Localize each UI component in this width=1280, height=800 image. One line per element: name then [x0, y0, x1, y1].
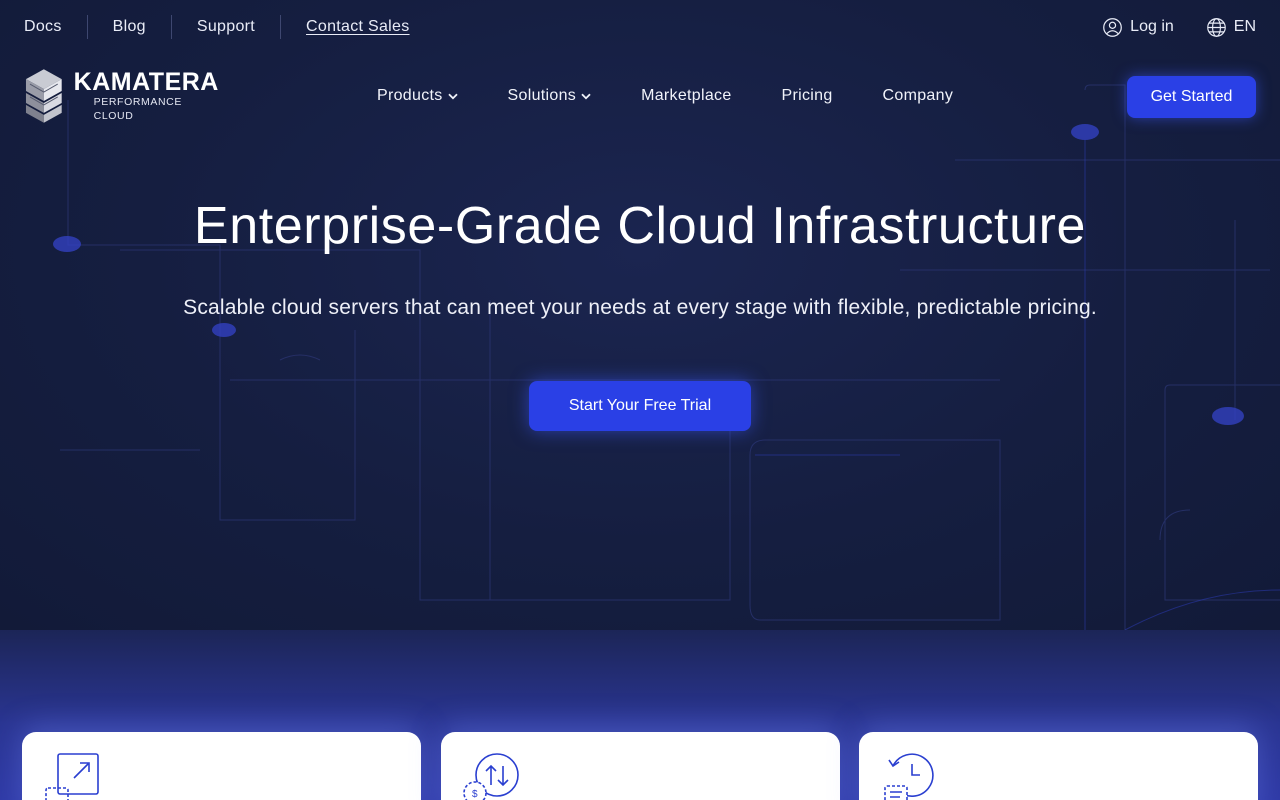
language-selector[interactable]: EN: [1206, 17, 1256, 38]
logo-name: KAMATERA: [73, 68, 219, 96]
scale-arrows-icon: [45, 753, 99, 800]
nav-marketplace[interactable]: Marketplace: [641, 87, 731, 105]
chevron-down-icon: [581, 93, 591, 99]
docs-link[interactable]: Docs: [24, 15, 87, 39]
language-label: EN: [1233, 18, 1256, 35]
hero-section: Docs Blog Support Contact Sales Log in E…: [0, 0, 1280, 630]
nav-solutions[interactable]: Solutions: [508, 87, 592, 105]
kamatera-logo[interactable]: KAMATERA PERFORMANCE CLOUD: [24, 68, 224, 124]
login-link[interactable]: Log in: [1102, 17, 1174, 38]
hero-subtitle: Scalable cloud servers that can meet you…: [183, 296, 1097, 319]
utility-nav: Docs Blog Support Contact Sales: [24, 14, 435, 40]
feature-card[interactable]: [859, 732, 1258, 800]
main-nav: Products Solutions Marketplace Pricing C…: [377, 84, 953, 108]
logo-wordmark: KAMATERA PERFORMANCE CLOUD: [74, 69, 224, 123]
nav-products-label: Products: [377, 87, 443, 104]
feature-card[interactable]: $: [441, 732, 840, 800]
logo-tagline: PERFORMANCE CLOUD: [93, 96, 182, 122]
cost-transfer-icon: $: [463, 753, 519, 800]
globe-icon: [1206, 17, 1226, 37]
chevron-down-icon: [447, 93, 458, 99]
nav-pricing[interactable]: Pricing: [782, 87, 833, 105]
get-started-button[interactable]: Get Started: [1127, 76, 1256, 118]
contact-sales-link[interactable]: Contact Sales: [280, 15, 435, 39]
utility-actions: Log in EN: [1102, 14, 1256, 40]
login-label: Log in: [1130, 18, 1174, 35]
start-free-trial-button[interactable]: Start Your Free Trial: [529, 381, 751, 431]
logo-mark-icon: [25, 69, 62, 123]
support-link[interactable]: Support: [170, 15, 280, 39]
nav-products[interactable]: Products: [377, 87, 458, 105]
svg-text:$: $: [472, 789, 478, 800]
nav-company[interactable]: Company: [883, 87, 954, 105]
nav-solutions-label: Solutions: [507, 87, 577, 104]
hero-title: Enterprise-Grade Cloud Infrastructure: [193, 197, 1087, 255]
user-icon: [1103, 17, 1123, 37]
clock-document-icon: [884, 753, 934, 800]
feature-card[interactable]: [22, 732, 421, 800]
blog-link[interactable]: Blog: [86, 15, 171, 39]
